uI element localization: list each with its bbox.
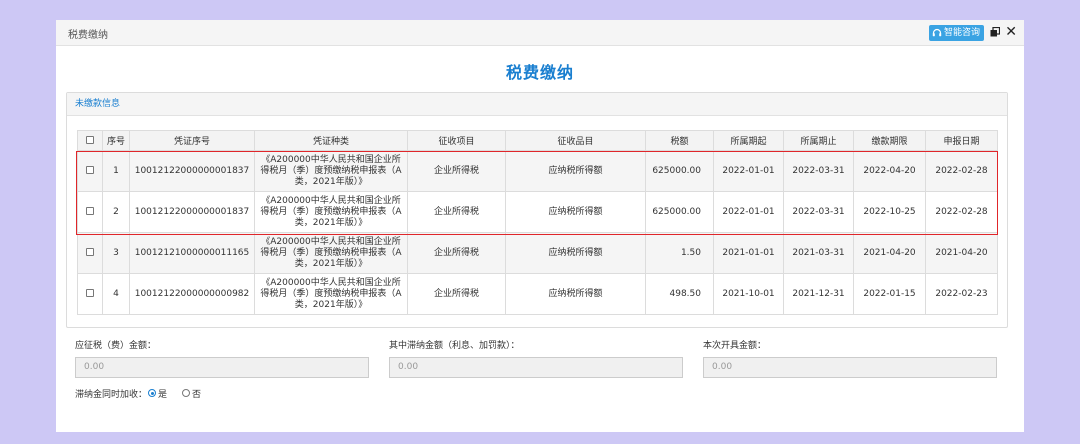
col-header: 凭证序号 xyxy=(129,130,255,151)
cell-voucher-no: 10012122000000001837 xyxy=(129,191,255,233)
cell-start: 2022-01-01 xyxy=(713,150,784,192)
payable-amount-group: 应征税（费）金额： 0.00 xyxy=(75,339,369,378)
table-row[interactable]: 4 10012122000000000982 《A200000中华人民共和国企业… xyxy=(77,273,998,315)
col-header: 所属期止 xyxy=(783,130,854,151)
cell-sub-item: 应纳税所得额 xyxy=(505,191,646,233)
cell-due: 2021-04-20 xyxy=(853,232,926,274)
cell-amount: 1.50 xyxy=(645,232,714,274)
cell-no: 1 xyxy=(102,150,130,192)
late-fee-amount-input[interactable]: 0.00 xyxy=(389,357,683,378)
cell-declared: 2022-02-28 xyxy=(925,191,998,233)
cell-voucher-type: 《A200000中华人民共和国企业所得税月（季）度预缴纳税申报表（A类，2021… xyxy=(254,273,408,315)
cell-sub-item: 应纳税所得额 xyxy=(505,232,646,274)
cell-amount: 625000.00 xyxy=(645,150,714,192)
table-header-row: 序号 凭证序号 凭证种类 征收项目 征收品目 税额 所属期起 所属期止 缴款期限… xyxy=(77,130,998,151)
col-header: 凭证种类 xyxy=(254,130,408,151)
col-header: 缴款期限 xyxy=(853,130,926,151)
late-fee-yes-radio[interactable] xyxy=(148,389,157,397)
col-header: 征收项目 xyxy=(407,130,506,151)
col-header: 征收品目 xyxy=(505,130,646,151)
tax-payment-dialog: 税费缴纳 智能咨询 ✕ 税费缴纳 未缴款信息 序号 凭证序号 凭证种类 征收项目… xyxy=(56,20,1024,432)
cell-item: 企业所得税 xyxy=(407,232,506,274)
smart-consult-button[interactable]: 智能咨询 xyxy=(928,25,984,41)
col-header: 序号 xyxy=(102,130,130,151)
late-fee-yes-label[interactable]: 是 xyxy=(158,387,167,400)
late-fee-amount-group: 其中滞纳金额（利息、加罚款）： 0.00 xyxy=(389,339,683,378)
cell-voucher-no: 10012121000000011165 xyxy=(129,232,255,274)
cell-amount: 625000.00 xyxy=(645,191,714,233)
table-row[interactable]: 3 10012121000000011165 《A200000中华人民共和国企业… xyxy=(77,232,998,274)
unpaid-table-wrapper: 序号 凭证序号 凭证种类 征收项目 征收品目 税额 所属期起 所属期止 缴款期限… xyxy=(77,130,998,315)
cell-declared: 2022-02-28 xyxy=(925,150,998,192)
late-fee-option-label: 滞纳金同时加收： xyxy=(75,389,148,400)
cell-start: 2021-10-01 xyxy=(713,273,784,315)
unpaid-table: 序号 凭证序号 凭证种类 征收项目 征收品目 税额 所属期起 所属期止 缴款期限… xyxy=(77,130,998,315)
table-row[interactable]: 2 10012122000000001837 《A200000中华人民共和国企业… xyxy=(77,191,998,233)
cell-due: 2022-04-20 xyxy=(853,150,926,192)
late-fee-no-label[interactable]: 否 xyxy=(192,387,201,400)
cell-no: 3 xyxy=(102,232,130,274)
cell-no: 2 xyxy=(102,191,130,233)
select-all-cell xyxy=(77,130,103,151)
cell-voucher-type: 《A200000中华人民共和国企业所得税月（季）度预缴纳税申报表（A类，2021… xyxy=(254,191,408,233)
invoice-amount-input[interactable]: 0.00 xyxy=(703,357,997,378)
cell-sub-item: 应纳税所得额 xyxy=(505,150,646,192)
unpaid-info-heading: 未缴款信息 xyxy=(67,93,1007,116)
payable-amount-label: 应征税（费）金额： xyxy=(75,341,157,351)
unpaid-info-panel: 未缴款信息 序号 凭证序号 凭证种类 征收项目 征收品目 税额 所属期起 所属期… xyxy=(66,92,1008,328)
cell-amount: 498.50 xyxy=(645,273,714,315)
late-fee-no-radio[interactable] xyxy=(182,389,191,397)
cell-no: 4 xyxy=(102,273,130,315)
cell-due: 2022-10-25 xyxy=(853,191,926,233)
select-all-checkbox[interactable] xyxy=(86,136,94,144)
cell-voucher-type: 《A200000中华人民共和国企业所得税月（季）度预缴纳税申报表（A类，2021… xyxy=(254,232,408,274)
cell-voucher-no: 10012122000000000982 xyxy=(129,273,255,315)
cell-end: 2021-03-31 xyxy=(783,232,854,274)
cell-sub-item: 应纳税所得额 xyxy=(505,273,646,315)
cell-start: 2022-01-01 xyxy=(713,191,784,233)
col-header: 申报日期 xyxy=(925,130,998,151)
cell-declared: 2021-04-20 xyxy=(925,232,998,274)
invoice-amount-label: 本次开具金额： xyxy=(703,341,767,351)
cell-voucher-no: 10012122000000001837 xyxy=(129,150,255,192)
cell-item: 企业所得税 xyxy=(407,150,506,192)
cell-due: 2022-01-15 xyxy=(853,273,926,315)
cell-end: 2022-03-31 xyxy=(783,191,854,233)
cell-item: 企业所得税 xyxy=(407,273,506,315)
cell-voucher-type: 《A200000中华人民共和国企业所得税月（季）度预缴纳税申报表（A类，2021… xyxy=(254,150,408,192)
col-header: 税额 xyxy=(645,130,714,151)
row-checkbox[interactable] xyxy=(86,166,94,174)
row-checkbox[interactable] xyxy=(86,289,94,297)
restore-window-icon[interactable] xyxy=(990,27,1000,37)
smart-consult-label: 智能咨询 xyxy=(943,28,980,38)
dialog-title: 税费缴纳 xyxy=(68,30,108,41)
cell-start: 2021-01-01 xyxy=(713,232,784,274)
row-checkbox[interactable] xyxy=(86,207,94,215)
cell-end: 2021-12-31 xyxy=(783,273,854,315)
col-header: 所属期起 xyxy=(713,130,784,151)
row-checkbox[interactable] xyxy=(86,248,94,256)
late-fee-amount-label: 其中滞纳金额（利息、加罚款）： xyxy=(389,341,520,351)
cell-declared: 2022-02-23 xyxy=(925,273,998,315)
payable-amount-input[interactable]: 0.00 xyxy=(75,357,369,378)
table-row[interactable]: 1 10012122000000001837 《A200000中华人民共和国企业… xyxy=(77,150,998,192)
close-icon[interactable]: ✕ xyxy=(1005,24,1017,40)
invoice-amount-group: 本次开具金额： 0.00 xyxy=(703,339,997,378)
headset-icon xyxy=(932,28,942,37)
late-fee-option-row: 滞纳金同时加收： 是 否 xyxy=(75,387,201,400)
page-title: 税费缴纳 xyxy=(505,63,574,82)
cell-item: 企业所得税 xyxy=(407,191,506,233)
cell-end: 2022-03-31 xyxy=(783,150,854,192)
dialog-titlebar: 税费缴纳 智能咨询 ✕ xyxy=(56,20,1024,46)
